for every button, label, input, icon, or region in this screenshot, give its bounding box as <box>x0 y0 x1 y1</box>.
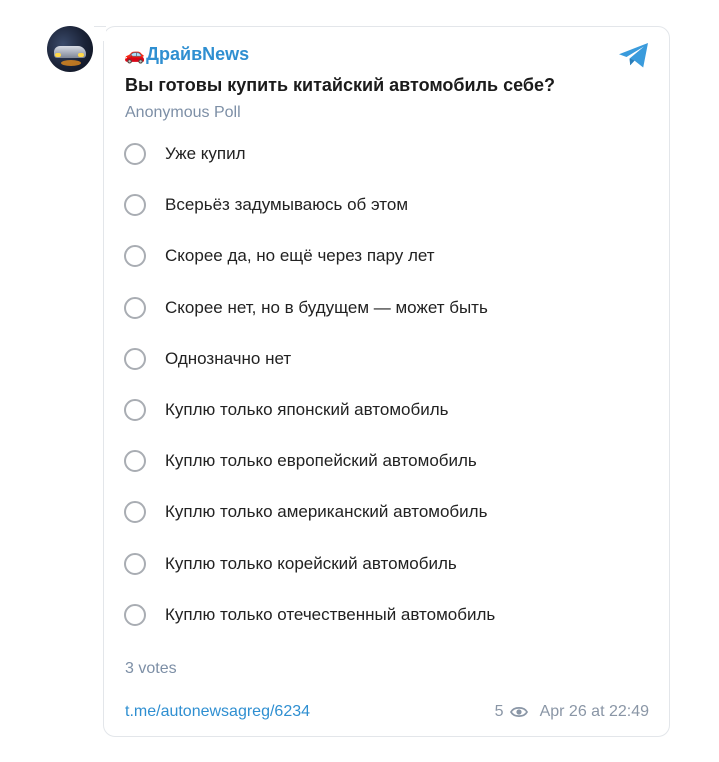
poll-option[interactable]: Куплю только европейский автомобиль <box>124 448 477 474</box>
poll-option-label: Куплю только американский автомобиль <box>165 502 488 522</box>
poll-option-label: Куплю только корейский автомобиль <box>165 553 457 573</box>
poll-option[interactable]: Уже купил <box>124 141 246 167</box>
radio-button[interactable] <box>124 501 146 524</box>
radio-button[interactable] <box>124 194 146 217</box>
channel-avatar[interactable] <box>47 26 93 72</box>
poll-option-label: Уже купил <box>165 144 246 163</box>
car-headlight <box>55 53 61 57</box>
poll-type-label: Anonymous Poll <box>125 104 241 121</box>
car-headlight <box>78 53 84 57</box>
poll-option[interactable]: Всерьёз задумываюсь об этом <box>124 192 408 218</box>
poll-option-label: Куплю только европейский автомобиль <box>165 451 477 471</box>
radio-button[interactable] <box>124 603 146 626</box>
poll-question: Вы готовы купить китайский автомобиль се… <box>125 75 555 95</box>
eye-icon <box>509 706 528 718</box>
poll-option[interactable]: Куплю только американский автомобиль <box>124 499 487 525</box>
poll-option-label: Скорее да, но ещё через пару лет <box>165 246 435 266</box>
poll-option[interactable]: Однозначно нет <box>124 346 291 372</box>
car-glow <box>61 60 81 66</box>
radio-button[interactable] <box>124 296 146 319</box>
radio-button[interactable] <box>124 450 146 473</box>
poll-option-label: Всерьёз задумываюсь об этом <box>165 195 409 215</box>
post-link[interactable]: t.me/autonewsagreg/6234 <box>125 703 310 721</box>
poll-option[interactable]: Куплю только отечественный автомобиль <box>124 602 495 628</box>
vote-count: 3 votes <box>125 660 177 677</box>
channel-name-link[interactable]: 🚗 ДрайвNews <box>124 44 249 65</box>
radio-button[interactable] <box>124 143 146 165</box>
poll-option[interactable]: Куплю только корейский автомобиль <box>124 551 457 577</box>
poll-option-label: Скорее нет, но в будущем — может быть <box>165 297 488 317</box>
radio-button[interactable] <box>124 399 146 421</box>
message-card <box>103 26 670 737</box>
telegram-icon[interactable] <box>617 41 651 69</box>
poll-option[interactable]: Скорее да, но ещё через пару лет <box>124 243 435 269</box>
car-emoji-icon: 🚗 <box>124 45 146 64</box>
radio-button[interactable] <box>124 245 146 268</box>
post-date: Apr 26 at 22:49 <box>539 703 649 720</box>
poll-option-label: Куплю только японский автомобиль <box>165 400 449 419</box>
view-count: 5 <box>494 703 504 720</box>
post-meta: 5 Apr 26 at 22:49 <box>495 703 649 721</box>
poll-option-label: Однозначно нет <box>165 348 292 368</box>
channel-name: ДрайвNews <box>146 44 250 64</box>
message-tail <box>94 26 106 41</box>
poll-option[interactable]: Скорее нет, но в будущем — может быть <box>124 295 488 321</box>
poll-option-label: Куплю только отечественный автомобиль <box>165 604 496 624</box>
radio-button[interactable] <box>124 347 146 370</box>
poll-option[interactable]: Куплю только японский автомобиль <box>124 397 448 423</box>
radio-button[interactable] <box>124 552 146 575</box>
